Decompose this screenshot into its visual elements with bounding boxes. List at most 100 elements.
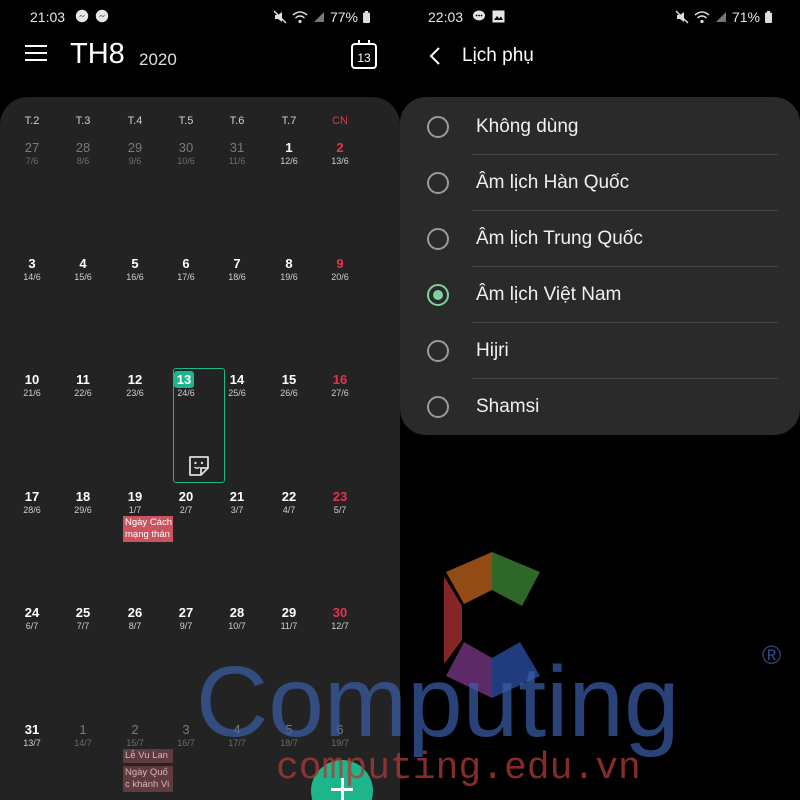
day-cell[interactable]: 1 [63,722,103,737]
option-am-lich-viet-nam[interactable]: Âm lịch Việt Nam [400,267,800,323]
day-cell[interactable]: 9 [320,256,360,271]
lunar-date: 6/7 [25,621,39,631]
day-cell[interactable]: 28 [63,140,103,155]
lunar-date: 20/6 [331,272,349,282]
lunar-date: 23/6 [126,388,144,398]
radio-button[interactable] [427,228,449,250]
day-cell[interactable]: 26 [115,605,155,620]
day-cell[interactable]: 30 [166,140,206,155]
messenger-icon [95,9,109,23]
day-cell[interactable]: 6 [166,256,206,271]
lunar-date: 11/7 [280,621,298,631]
sticker-icon[interactable] [187,454,211,478]
weekday-header: T.2 [24,115,40,127]
lunar-date: 13/6 [331,156,349,166]
day-cell[interactable]: 5 [269,722,309,737]
day-cell[interactable]: 5 [115,256,155,271]
chat-icon [472,9,486,23]
day-cell[interactable]: 27 [12,140,52,155]
option-shamsi[interactable]: Shamsi [400,379,800,435]
status-bar: 21:03 77% [0,0,400,34]
day-cell[interactable]: 24 [12,605,52,620]
day-cell[interactable]: 7 [217,256,257,271]
day-cell[interactable]: 21 [217,489,257,504]
weekday-header: T.3 [75,115,91,127]
day-cell[interactable]: 4 [217,722,257,737]
status-time: 22:03 [428,9,464,25]
day-cell[interactable]: 31 [217,140,257,155]
day-cell[interactable]: 8 [269,256,309,271]
image-icon [492,9,505,23]
weekday-header: T.7 [281,115,297,127]
day-cell[interactable]: 1 [269,140,309,155]
status-time: 21:03 [30,9,66,25]
weekday-header: CN [332,115,348,127]
day-cell[interactable]: 25 [63,605,103,620]
day-cell[interactable]: 30 [320,605,360,620]
day-cell[interactable]: 22 [269,489,309,504]
lunar-date: 16/7 [177,738,195,748]
option-hijri[interactable]: Hijri [400,323,800,379]
menu-icon[interactable] [25,45,47,65]
day-cell[interactable]: 10 [12,372,52,387]
lunar-date: 10/6 [177,156,195,166]
event-chip[interactable]: Ngày Quố c khánh Vi [123,766,173,792]
radio-button[interactable] [427,172,449,194]
day-cell[interactable]: 17 [12,489,52,504]
day-cell[interactable]: 15 [269,372,309,387]
event-chip[interactable]: Lễ Vu Lan [123,749,173,763]
calendar-month-screen: 21:03 77% TH8 2020 13 T.2 T.3 T.4 T.5 T.… [0,0,400,800]
day-cell[interactable]: 18 [63,489,103,504]
day-cell[interactable]: 29 [269,605,309,620]
weekday-header: T.4 [127,115,143,127]
day-cell[interactable]: 11 [63,372,103,387]
day-cell[interactable]: 3 [166,722,206,737]
option-label: Không dùng [476,116,579,137]
lunar-date: 16/6 [126,272,144,282]
option-am-lich-han-quoc[interactable]: Âm lịch Hàn Quốc [400,155,800,211]
radio-button[interactable] [427,340,449,362]
day-cell[interactable]: 4 [63,256,103,271]
lunar-date: 22/6 [74,388,92,398]
day-cell[interactable]: 2 [320,140,360,155]
lunar-date: 19/7 [331,738,349,748]
radio-button-selected[interactable] [427,284,449,306]
lunar-date: 11/6 [228,156,246,166]
mute-icon [273,10,287,24]
day-cell[interactable]: 2 [115,722,155,737]
lunar-date: 17/6 [177,272,195,282]
lunar-date: 7/7 [76,621,90,631]
lunar-date: 12/7 [331,621,349,631]
day-cell[interactable]: 12 [115,372,155,387]
radio-button[interactable] [427,116,449,138]
day-cell[interactable]: 19 [115,489,155,504]
day-cell[interactable]: 16 [320,372,360,387]
lunar-date: 19/6 [280,272,298,282]
day-cell[interactable]: 23 [320,489,360,504]
lunar-date: 9/7 [179,621,193,631]
day-cell[interactable]: 29 [115,140,155,155]
lunar-date: 14/7 [74,738,92,748]
event-chip[interactable]: Ngày Cách mạng thán [123,516,173,542]
lunar-date: 28/6 [23,505,41,515]
today-calendar-button[interactable]: 13 [351,40,377,69]
day-cell[interactable]: 28 [217,605,257,620]
day-cell[interactable]: 3 [12,256,52,271]
radio-button[interactable] [427,396,449,418]
day-cell[interactable]: 27 [166,605,206,620]
lunar-date: 5/7 [333,505,347,515]
lunar-date: 9/6 [128,156,142,166]
lunar-date: 29/6 [74,505,92,515]
month-title[interactable]: TH8 [70,38,125,71]
today-date-badge: 13 [174,371,194,388]
option-khong-dung[interactable]: Không dùng [400,99,800,155]
option-am-lich-trung-quoc[interactable]: Âm lịch Trung Quốc [400,211,800,267]
day-cell[interactable]: 6 [320,722,360,737]
lunar-date: 8/6 [76,156,90,166]
day-cell[interactable]: 20 [166,489,206,504]
weekday-header: T.5 [178,115,194,127]
back-arrow-icon[interactable] [428,46,442,66]
lunar-date: 27/6 [331,388,349,398]
day-cell[interactable]: 31 [12,722,52,737]
lunar-date: 8/7 [128,621,142,631]
